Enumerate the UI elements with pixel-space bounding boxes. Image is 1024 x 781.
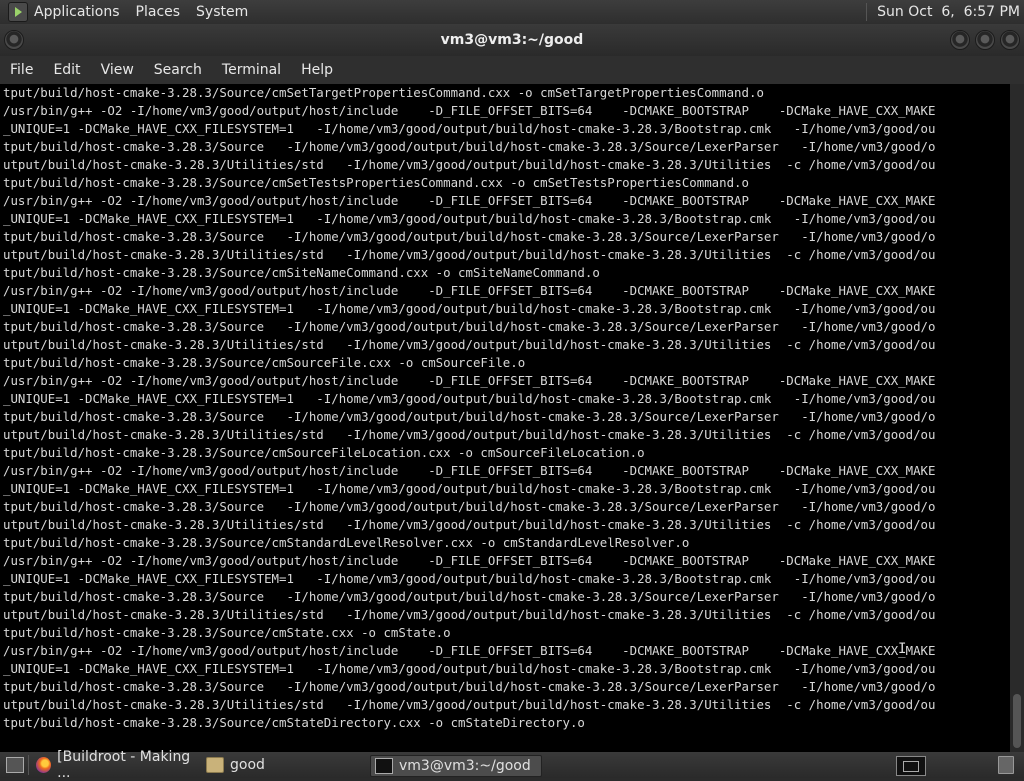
minimize-button[interactable] (950, 30, 970, 50)
menu-search[interactable]: Search (154, 62, 202, 78)
menu-file[interactable]: File (10, 62, 33, 78)
terminal-line: tput/build/host-cmake-3.28.3/Source/cmSt… (3, 715, 585, 730)
terminal-line: tput/build/host-cmake-3.28.3/Source/cmSo… (3, 445, 645, 460)
terminal-line: utput/build/host-cmake-3.28.3/Utilities/… (3, 247, 936, 262)
menu-edit[interactable]: Edit (53, 62, 80, 78)
terminal-line: tput/build/host-cmake-3.28.3/Source/cmSt… (3, 625, 451, 640)
task-folder[interactable]: good (206, 755, 366, 775)
terminal-line: tput/build/host-cmake-3.28.3/Source -I/h… (3, 499, 936, 514)
task-label: [Buildroot - Making ... (57, 749, 191, 781)
scrollbar-thumb[interactable] (1013, 694, 1021, 748)
close-button[interactable] (1000, 30, 1020, 50)
trash-icon[interactable] (998, 756, 1014, 774)
terminal-line: _UNIQUE=1 -DCMake_HAVE_CXX_FILESYSTEM=1 … (3, 571, 936, 586)
folder-icon (206, 757, 224, 773)
terminal-line: tput/build/host-cmake-3.28.3/Source -I/h… (3, 139, 936, 154)
terminal-line: /usr/bin/g++ -O2 -I/home/vm3/good/output… (3, 463, 936, 478)
menu-bar: File Edit View Search Terminal Help (0, 56, 1024, 84)
menu-help[interactable]: Help (301, 62, 333, 78)
terminal-line: utput/build/host-cmake-3.28.3/Utilities/… (3, 697, 936, 712)
top-panel-menus: Applications Places System (0, 0, 264, 24)
menu-view[interactable]: View (101, 62, 134, 78)
terminal-line: utput/build/host-cmake-3.28.3/Utilities/… (3, 337, 936, 352)
clock[interactable]: Sun Oct 6, 6:57 PM (877, 4, 1020, 20)
mouse-ibeam-cursor: I (898, 641, 907, 657)
show-desktop-icon[interactable] (6, 757, 24, 773)
clock-separator (866, 3, 868, 21)
window-titlebar[interactable]: vm3@vm3:~/good (0, 24, 1024, 56)
applications-icon[interactable] (8, 2, 28, 22)
terminal-icon (375, 758, 393, 774)
terminal-line: utput/build/host-cmake-3.28.3/Utilities/… (3, 427, 936, 442)
terminal-line: tput/build/host-cmake-3.28.3/Source/cmSo… (3, 355, 526, 370)
places-menu[interactable]: Places (136, 4, 181, 20)
task-label: good (230, 757, 265, 773)
terminal-line: /usr/bin/g++ -O2 -I/home/vm3/good/output… (3, 553, 936, 568)
terminal-line: /usr/bin/g++ -O2 -I/home/vm3/good/output… (3, 643, 936, 658)
terminal-line: tput/build/host-cmake-3.28.3/Source -I/h… (3, 589, 936, 604)
terminal-line: tput/build/host-cmake-3.28.3/Source -I/h… (3, 679, 936, 694)
task-label: vm3@vm3:~/good (399, 758, 531, 774)
firefox-icon (36, 757, 52, 773)
terminal-line: tput/build/host-cmake-3.28.3/Source -I/h… (3, 229, 936, 244)
terminal-line: utput/build/host-cmake-3.28.3/Utilities/… (3, 157, 936, 172)
task-terminal[interactable]: vm3@vm3:~/good (370, 755, 542, 777)
terminal-scrollbar[interactable] (1010, 84, 1024, 752)
top-panel: Applications Places System Sun Oct 6, 6:… (0, 0, 1024, 24)
terminal-line: tput/build/host-cmake-3.28.3/Source/cmSt… (3, 535, 690, 550)
clock-area: Sun Oct 6, 6:57 PM (866, 0, 1024, 24)
terminal-line: _UNIQUE=1 -DCMake_HAVE_CXX_FILESYSTEM=1 … (3, 391, 936, 406)
system-menu[interactable]: System (196, 4, 248, 20)
terminal-line: _UNIQUE=1 -DCMake_HAVE_CXX_FILESYSTEM=1 … (3, 481, 936, 496)
terminal-line: _UNIQUE=1 -DCMake_HAVE_CXX_FILESYSTEM=1 … (3, 121, 936, 136)
terminal-output[interactable]: tput/build/host-cmake-3.28.3/Source/cmSe… (0, 84, 1010, 752)
workspace-switcher-icon[interactable] (896, 756, 926, 776)
bottom-panel: [Buildroot - Making ... good vm3@vm3:~/g… (0, 749, 1024, 781)
window-title: vm3@vm3:~/good (440, 32, 584, 48)
panel-separator (28, 755, 29, 775)
terminal-line: _UNIQUE=1 -DCMake_HAVE_CXX_FILESYSTEM=1 … (3, 211, 936, 226)
menu-terminal[interactable]: Terminal (222, 62, 281, 78)
terminal-line: utput/build/host-cmake-3.28.3/Utilities/… (3, 607, 936, 622)
maximize-button[interactable] (975, 30, 995, 50)
terminal-line: tput/build/host-cmake-3.28.3/Source/cmSi… (3, 265, 600, 280)
terminal-line: utput/build/host-cmake-3.28.3/Utilities/… (3, 517, 936, 532)
terminal-line: /usr/bin/g++ -O2 -I/home/vm3/good/output… (3, 193, 936, 208)
terminal-line: tput/build/host-cmake-3.28.3/Source/cmSe… (3, 85, 764, 100)
terminal-line: tput/build/host-cmake-3.28.3/Source -I/h… (3, 319, 936, 334)
terminal-line: tput/build/host-cmake-3.28.3/Source/cmSe… (3, 175, 749, 190)
terminal-line: /usr/bin/g++ -O2 -I/home/vm3/good/output… (3, 373, 936, 388)
applications-menu[interactable]: Applications (34, 4, 120, 20)
terminal-line: tput/build/host-cmake-3.28.3/Source -I/h… (3, 409, 936, 424)
task-firefox[interactable]: [Buildroot - Making ... (36, 749, 200, 781)
terminal-line: _UNIQUE=1 -DCMake_HAVE_CXX_FILESYSTEM=1 … (3, 661, 936, 676)
terminal-line: /usr/bin/g++ -O2 -I/home/vm3/good/output… (3, 283, 936, 298)
terminal-line: _UNIQUE=1 -DCMake_HAVE_CXX_FILESYSTEM=1 … (3, 301, 936, 316)
terminal-line: /usr/bin/g++ -O2 -I/home/vm3/good/output… (3, 103, 936, 118)
